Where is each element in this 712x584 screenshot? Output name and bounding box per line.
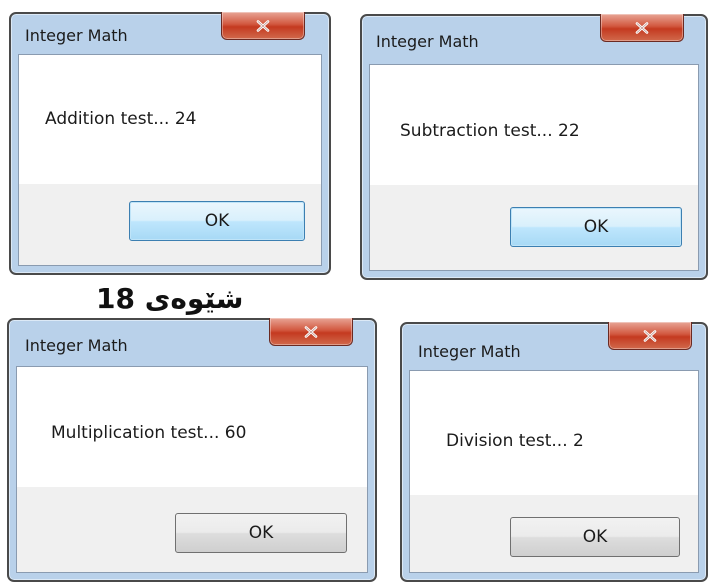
message-area: Multiplication test... 60	[17, 367, 367, 487]
close-x-icon	[304, 325, 318, 338]
message-area: Division test... 2	[410, 371, 698, 495]
close-x-icon	[643, 329, 657, 342]
dialog-subtraction: Integer Math Subtraction test... 22 OK	[360, 14, 708, 280]
title-bar[interactable]: Integer Math	[11, 12, 329, 54]
message-text: Subtraction test... 22	[400, 121, 580, 141]
close-button[interactable]	[600, 14, 684, 42]
dialog-title: Integer Math	[25, 26, 128, 45]
message-area: Subtraction test... 22	[370, 65, 698, 185]
close-x-icon	[256, 19, 270, 32]
dialog-title: Integer Math	[418, 342, 521, 361]
dialog-client-area: Multiplication test... 60 OK	[16, 366, 368, 573]
figure-caption: شێوەی 18	[96, 282, 244, 315]
dialog-multiplication: Integer Math Multiplication test... 60 O…	[7, 318, 377, 582]
message-text: Addition test... 24	[45, 109, 197, 129]
dialog-division: Integer Math Division test... 2 OK	[400, 322, 708, 582]
title-bar[interactable]: Integer Math	[402, 322, 706, 364]
message-text: Multiplication test... 60	[51, 423, 247, 443]
dialog-title: Integer Math	[25, 336, 128, 355]
title-bar[interactable]: Integer Math	[362, 14, 706, 56]
dialog-addition: Integer Math Addition test... 24 OK	[9, 12, 331, 275]
close-button[interactable]	[608, 322, 692, 350]
message-text: Division test... 2	[446, 431, 584, 451]
dialog-client-area: Subtraction test... 22 OK	[369, 64, 699, 271]
dialog-client-area: Addition test... 24 OK	[18, 54, 322, 266]
dialog-title: Integer Math	[376, 32, 479, 51]
dialog-client-area: Division test... 2 OK	[409, 370, 699, 573]
close-button[interactable]	[269, 318, 353, 346]
message-area: Addition test... 24	[19, 55, 321, 184]
ok-button[interactable]: OK	[510, 517, 680, 557]
ok-button[interactable]: OK	[129, 201, 305, 241]
ok-button[interactable]: OK	[175, 513, 347, 553]
close-x-icon	[635, 21, 649, 34]
close-button[interactable]	[221, 12, 305, 40]
title-bar[interactable]: Integer Math	[9, 318, 375, 360]
ok-button[interactable]: OK	[510, 207, 682, 247]
